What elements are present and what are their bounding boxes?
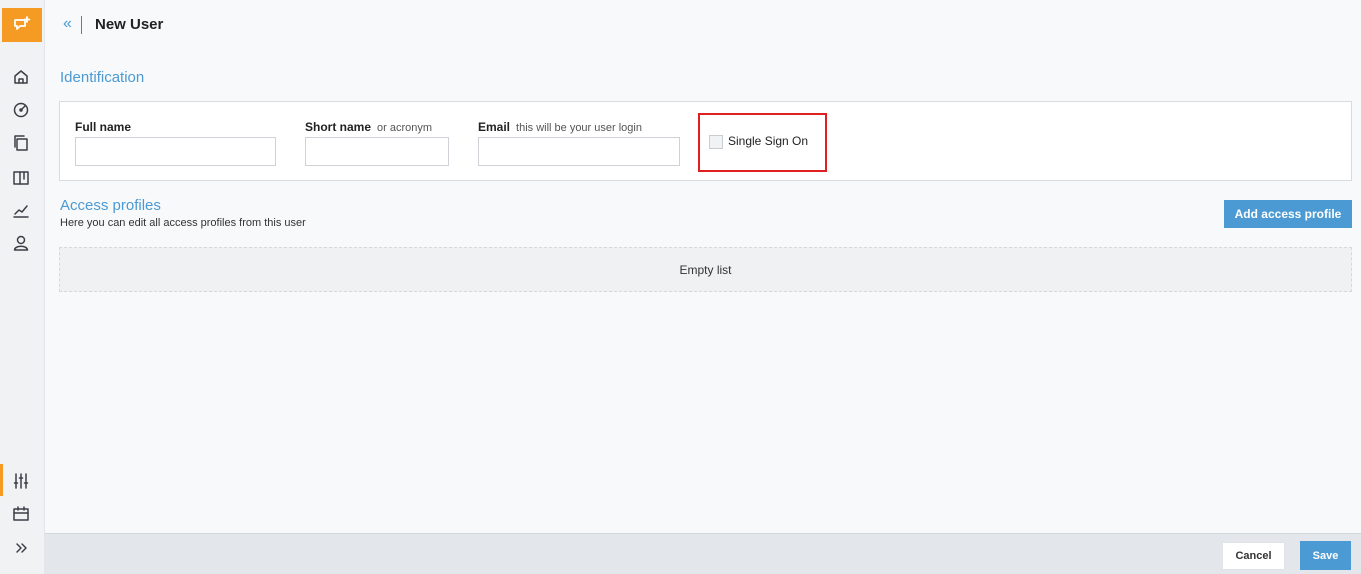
chart-icon[interactable] — [10, 200, 32, 222]
full-name-input[interactable] — [75, 137, 276, 166]
active-indicator — [0, 464, 3, 496]
full-name-label: Full name — [75, 120, 131, 134]
short-name-label-text: Short name — [305, 120, 372, 134]
email-input[interactable] — [478, 137, 680, 166]
sso-highlight-box: Single Sign On — [698, 113, 827, 172]
app-logo-icon[interactable] — [2, 8, 42, 42]
full-name-label-text: Full name — [75, 120, 132, 134]
sidebar — [0, 0, 45, 574]
calendar-icon[interactable] — [10, 503, 32, 525]
access-profiles-list: Empty list — [59, 247, 1352, 292]
access-profiles-subtitle: Here you can edit all access profiles fr… — [60, 217, 306, 229]
sso-checkbox[interactable] — [709, 135, 723, 149]
chevron-double-left-icon[interactable]: « — [63, 14, 72, 34]
email-hint: this will be your user login — [516, 122, 642, 134]
footer-bar: Cancel Save — [45, 533, 1361, 574]
short-name-input[interactable] — [305, 137, 449, 166]
user-icon[interactable] — [10, 232, 32, 254]
identification-title: Identification — [60, 69, 145, 86]
board-icon[interactable] — [10, 167, 32, 189]
home-icon[interactable] — [10, 66, 32, 88]
header-divider — [81, 16, 82, 34]
email-label: Email this will be your user login — [478, 120, 642, 134]
add-access-profile-button[interactable]: Add access profile — [1224, 200, 1352, 228]
save-button[interactable]: Save — [1300, 541, 1351, 570]
cancel-button[interactable]: Cancel — [1222, 542, 1285, 570]
short-name-hint: or acronym — [377, 122, 433, 134]
empty-list-text: Empty list — [679, 262, 732, 277]
documents-icon[interactable] — [10, 132, 32, 154]
gauge-icon[interactable] — [10, 99, 32, 121]
page-header: « New User — [45, 0, 1361, 50]
short-name-label: Short name or acronym — [305, 120, 432, 134]
identification-panel: Full name Short name or acronym Email this… — [59, 101, 1352, 181]
page-title: New User — [95, 16, 164, 33]
expand-icon[interactable] — [10, 537, 32, 559]
email-label-text: Email — [478, 120, 511, 134]
access-profiles-title: Access profiles — [60, 197, 161, 214]
sliders-icon[interactable] — [10, 470, 32, 492]
sso-label[interactable]: Single Sign On — [728, 134, 808, 148]
